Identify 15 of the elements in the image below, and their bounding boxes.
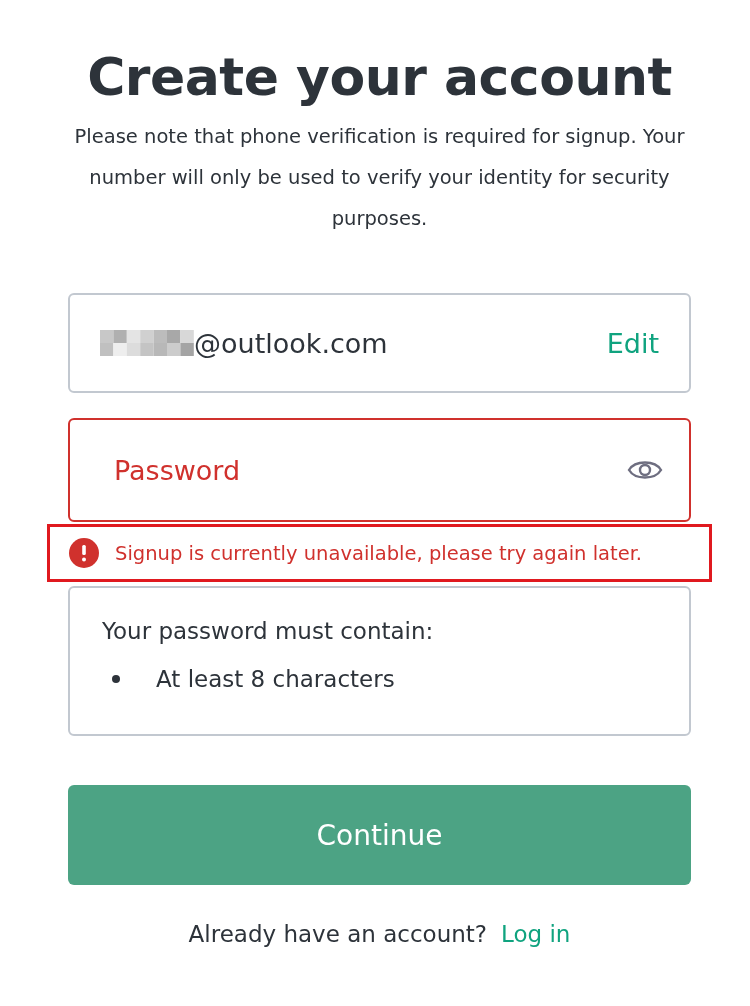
bullet-icon [112,675,120,683]
error-message: Signup is currently unavailable, please try again later. [115,541,643,565]
email-field[interactable]: @outlook.com Edit [68,293,691,393]
edit-link[interactable]: Edit [606,327,659,359]
page-title: Create your account [86,46,673,109]
error-icon [69,538,99,568]
description-text: Please note that phone verification is required for signup. Your number will only be used to verify your identity for security purposes. [73,124,686,232]
footer-text: Already have an account? [188,921,487,947]
requirements-heading: Your password must contain: [102,618,435,644]
requirement-text: At least 8 characters [156,666,395,692]
continue-button[interactable]: Continue [68,785,691,885]
eye-icon[interactable] [627,458,663,482]
login-link[interactable]: Log in [501,921,571,947]
password-field[interactable]: Password [68,418,691,522]
email-value: @outlook.com [194,327,388,359]
